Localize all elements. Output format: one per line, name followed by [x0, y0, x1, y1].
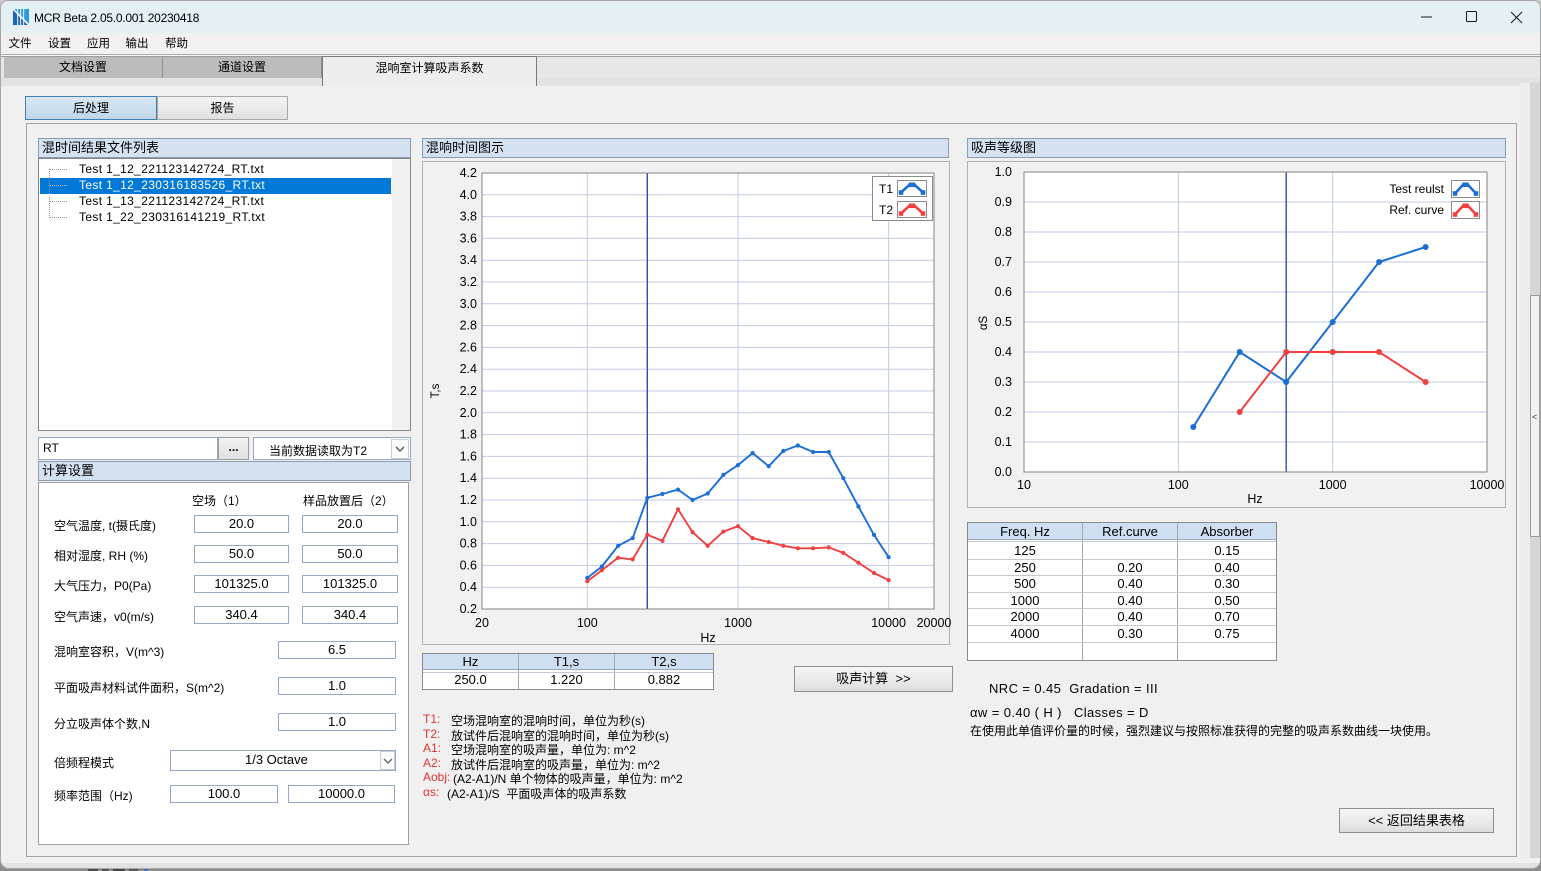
svg-text:0.6: 0.6	[995, 285, 1012, 299]
svg-text:T,s: T,s	[430, 383, 442, 398]
svg-text:1.4: 1.4	[460, 471, 477, 485]
svg-text:2.6: 2.6	[460, 340, 477, 354]
svg-text:0.1: 0.1	[995, 435, 1012, 449]
svg-text:3.8: 3.8	[460, 210, 477, 224]
svg-text:0.2: 0.2	[460, 602, 477, 616]
svg-text:2.8: 2.8	[460, 319, 477, 333]
svg-text:10000: 10000	[1470, 478, 1505, 492]
svg-text:0.4: 0.4	[460, 580, 477, 594]
svg-text:0.2: 0.2	[995, 405, 1012, 419]
svg-text:0.8: 0.8	[460, 537, 477, 551]
svg-text:10: 10	[1017, 478, 1031, 492]
svg-text:1.0: 1.0	[995, 165, 1012, 179]
svg-text:T1: T1	[879, 182, 893, 196]
svg-text:1.2: 1.2	[460, 493, 477, 507]
svg-text:0.7: 0.7	[995, 255, 1012, 269]
svg-text:Hz: Hz	[1247, 492, 1262, 506]
svg-text:100: 100	[577, 616, 598, 630]
svg-text:4.2: 4.2	[460, 166, 477, 180]
svg-text:4.0: 4.0	[460, 188, 477, 202]
svg-text:0.5: 0.5	[995, 315, 1012, 329]
svg-text:20000: 20000	[917, 616, 952, 630]
svg-text:T2: T2	[879, 203, 893, 217]
svg-text:1.0: 1.0	[460, 515, 477, 529]
svg-text:0.6: 0.6	[460, 558, 477, 572]
svg-text:αS: αS	[978, 316, 990, 331]
svg-text:0.0: 0.0	[995, 465, 1012, 479]
svg-text:2.0: 2.0	[460, 406, 477, 420]
svg-text:Hz: Hz	[700, 631, 715, 645]
svg-text:Test reulst: Test reulst	[1389, 182, 1444, 196]
svg-text:0.8: 0.8	[995, 225, 1012, 239]
svg-text:20: 20	[475, 616, 489, 630]
svg-text:Ref. curve: Ref. curve	[1389, 203, 1444, 217]
svg-text:2.2: 2.2	[460, 384, 477, 398]
svg-text:1000: 1000	[724, 616, 752, 630]
svg-text:1.6: 1.6	[460, 449, 477, 463]
svg-text:2.4: 2.4	[460, 362, 477, 376]
svg-text:3.0: 3.0	[460, 297, 477, 311]
svg-text:3.4: 3.4	[460, 253, 477, 267]
svg-text:100: 100	[1168, 478, 1189, 492]
svg-text:1.8: 1.8	[460, 428, 477, 442]
svg-text:0.9: 0.9	[995, 195, 1012, 209]
svg-text:0.3: 0.3	[995, 375, 1012, 389]
svg-text:3.6: 3.6	[460, 231, 477, 245]
svg-text:3.2: 3.2	[460, 275, 477, 289]
svg-text:1000: 1000	[1319, 478, 1347, 492]
svg-text:10000: 10000	[871, 616, 906, 630]
svg-text:0.4: 0.4	[995, 345, 1012, 359]
